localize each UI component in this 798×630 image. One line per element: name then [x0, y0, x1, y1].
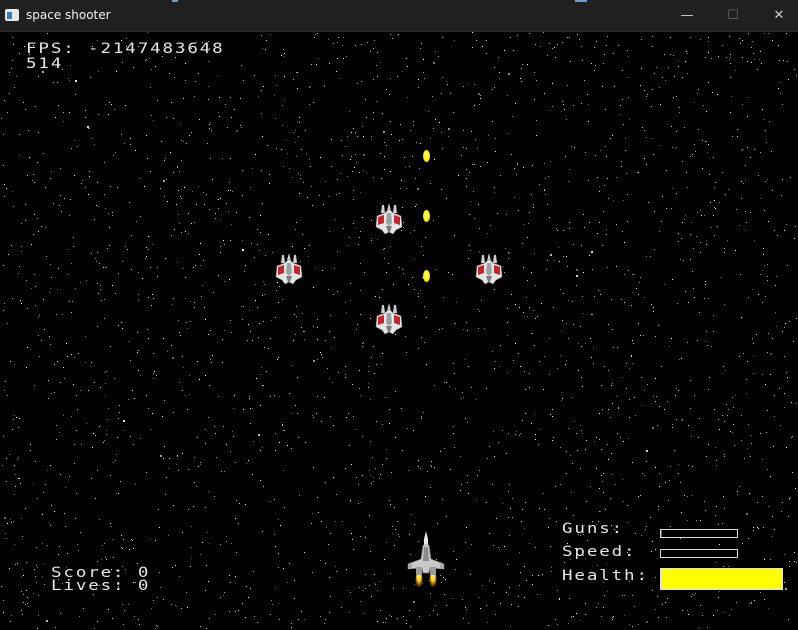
fps-counter: FPS: -2147483648	[26, 41, 225, 57]
enemy-ship-icon	[375, 202, 403, 235]
guns-meter-fill	[661, 530, 662, 537]
enemy-bullet	[423, 270, 430, 282]
game-canvas[interactable]: FPS: -2147483648 514 Score: 0 Lives: 0 G…	[1, 32, 797, 629]
speed-label: Speed:	[562, 544, 637, 560]
enemy-ship-icon	[375, 302, 403, 335]
window-title: space shooter	[26, 8, 111, 22]
enemy-ship-icon	[275, 252, 303, 285]
title-bar[interactable]: space shooter — ☐ ✕	[0, 0, 798, 32]
game-window: space shooter — ☐ ✕ FPS: -2147483648 514	[0, 0, 798, 630]
health-label: Health:	[562, 568, 649, 584]
minimize-button[interactable]: —	[664, 0, 710, 31]
health-meter-fill	[661, 569, 782, 589]
title-bar-accent	[575, 0, 587, 2]
frame-counter: 514	[26, 56, 64, 72]
maximize-button[interactable]: ☐	[710, 0, 756, 31]
close-button[interactable]: ✕	[756, 0, 798, 31]
guns-label: Guns:	[562, 521, 625, 537]
enemy-ship-icon	[475, 252, 503, 285]
speed-meter	[660, 549, 738, 558]
lives-display: Lives: 0	[51, 578, 151, 594]
guns-meter	[660, 529, 738, 538]
health-meter	[660, 568, 783, 590]
app-icon	[5, 9, 19, 21]
player-ship-icon	[407, 531, 445, 590]
enemy-bullet	[423, 210, 430, 222]
enemy-bullet	[423, 150, 430, 162]
title-bar-accent	[172, 0, 178, 2]
